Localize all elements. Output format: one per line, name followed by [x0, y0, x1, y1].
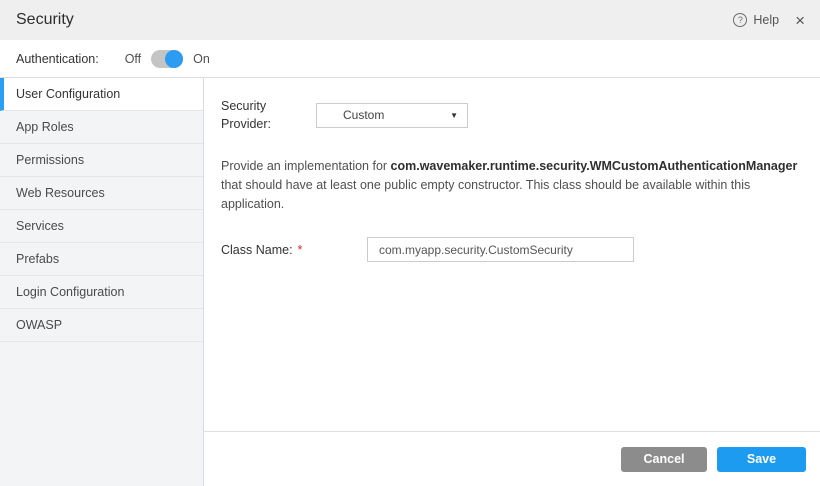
main-panel: Security Provider: Custom ▼ Provide an i…	[204, 78, 820, 486]
description-class-name: com.wavemaker.runtime.security.WMCustomA…	[391, 159, 798, 173]
description-text-before: Provide an implementation for	[221, 159, 391, 173]
authentication-label: Authentication:	[16, 52, 99, 66]
sidebar-item-permissions[interactable]: Permissions	[0, 144, 203, 177]
form-footer: Cancel Save	[204, 431, 820, 486]
sidebar-item-web-resources[interactable]: Web Resources	[0, 177, 203, 210]
authentication-row: Authentication: Off On	[0, 40, 820, 78]
sidebar-item-user-configuration[interactable]: User Configuration	[0, 78, 203, 111]
page-header: Security ? Help ×	[0, 0, 820, 40]
class-name-label: Class Name:	[221, 243, 293, 257]
class-name-input[interactable]	[367, 237, 634, 262]
toggle-off-label: Off	[125, 52, 141, 66]
description-text-after: that should have at least one public emp…	[221, 178, 750, 211]
security-provider-label: Security Provider:	[221, 99, 271, 131]
user-configuration-form: Security Provider: Custom ▼ Provide an i…	[204, 78, 820, 431]
security-provider-label-box: Security Provider:	[221, 97, 316, 133]
help-link[interactable]: Help	[753, 13, 779, 27]
sidebar-item-prefabs[interactable]: Prefabs	[0, 243, 203, 276]
toggle-on-label: On	[193, 52, 210, 66]
sidebar-item-app-roles[interactable]: App Roles	[0, 111, 203, 144]
save-button[interactable]: Save	[717, 447, 806, 472]
close-icon[interactable]: ×	[795, 12, 805, 29]
help-icon[interactable]: ?	[733, 13, 747, 27]
chevron-down-icon: ▼	[450, 111, 458, 120]
class-name-label-box: Class Name: *	[221, 243, 367, 257]
page-title: Security	[16, 11, 74, 29]
required-asterisk: *	[298, 243, 303, 257]
sidebar-item-login-configuration[interactable]: Login Configuration	[0, 276, 203, 309]
security-provider-select[interactable]: Custom ▼	[316, 103, 468, 128]
header-actions: ? Help ×	[733, 12, 805, 29]
content-area: User Configuration App Roles Permissions…	[0, 78, 820, 486]
sidebar: User Configuration App Roles Permissions…	[0, 78, 204, 486]
toggle-knob	[165, 50, 183, 68]
security-provider-selected-value: Custom	[343, 108, 384, 122]
sidebar-item-owasp[interactable]: OWASP	[0, 309, 203, 342]
authentication-toggle[interactable]	[151, 50, 183, 68]
sidebar-item-services[interactable]: Services	[0, 210, 203, 243]
security-provider-row: Security Provider: Custom ▼	[221, 97, 802, 133]
cancel-button[interactable]: Cancel	[621, 447, 707, 472]
class-name-row: Class Name: *	[221, 237, 802, 262]
provider-description: Provide an implementation for com.wavema…	[221, 157, 802, 214]
